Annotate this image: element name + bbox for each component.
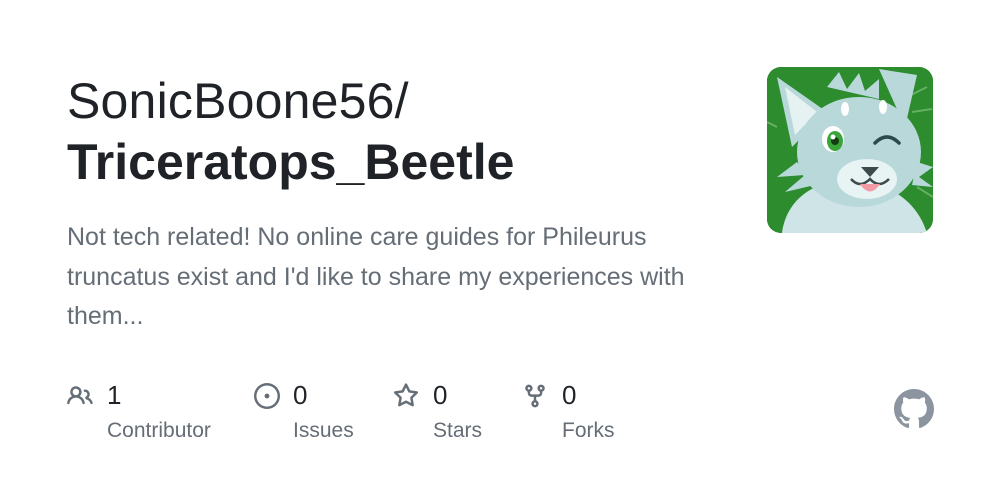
issues-count: 0: [293, 380, 308, 410]
forks-count: 0: [562, 380, 577, 410]
fork-icon: [525, 384, 545, 408]
contributors-label: Contributor: [107, 419, 211, 442]
stars-count: 0: [433, 380, 448, 410]
contributors-count: 1: [107, 380, 122, 410]
star-icon: [393, 383, 419, 407]
issue-icon: [254, 383, 280, 409]
forks-label: Forks: [562, 419, 615, 442]
stars-label: Stars: [433, 419, 483, 442]
repo-stats: 1 Contributor 0 Issues 0 Stars 0 Forks: [0, 0, 1000, 500]
issues-label: Issues: [293, 419, 354, 442]
people-icon: [67, 386, 93, 405]
repo-social-card: SonicBoone56/ Triceratops_Beetle Not tec…: [0, 0, 1000, 500]
github-mark-icon[interactable]: [894, 389, 934, 429]
